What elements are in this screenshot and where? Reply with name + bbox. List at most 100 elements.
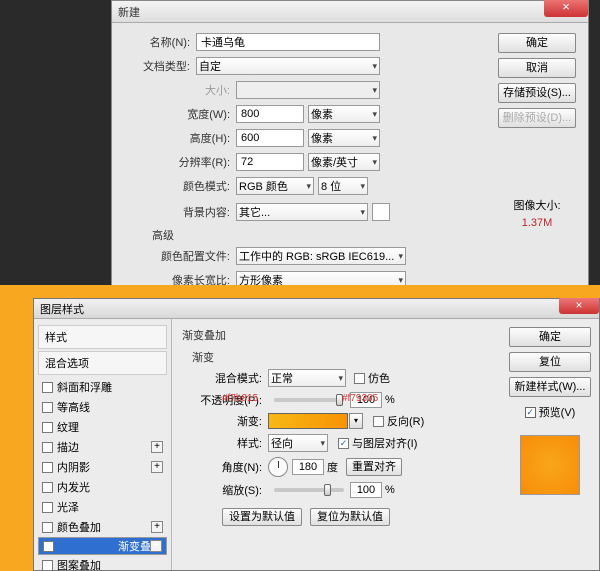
- bitdepth-select[interactable]: 8 位▾: [318, 177, 368, 195]
- style-item-3[interactable]: 描边 +: [38, 437, 167, 457]
- angle-dial[interactable]: [268, 457, 288, 477]
- add-effect-icon[interactable]: +: [151, 441, 163, 453]
- size-select: ▾: [236, 81, 380, 99]
- cancel-button[interactable]: 取消: [498, 58, 576, 78]
- scale-slider[interactable]: [274, 488, 344, 492]
- titlebar[interactable]: 图层样式 ×: [34, 299, 599, 319]
- style-checkbox[interactable]: [42, 560, 53, 571]
- res-input[interactable]: [236, 153, 304, 171]
- style-item-8[interactable]: ✓渐变叠加+: [38, 537, 167, 555]
- res-label: 分辨率(R):: [124, 154, 236, 170]
- style-item-label: 斜面和浮雕: [57, 379, 112, 395]
- chevron-down-icon: ▾: [372, 61, 377, 72]
- width-label: 宽度(W):: [124, 106, 236, 122]
- profile-select[interactable]: 工作中的 RGB: sRGB IEC619...▾: [236, 247, 406, 265]
- profile-label: 颜色配置文件:: [124, 248, 236, 264]
- pct-label: %: [385, 394, 395, 406]
- close-icon[interactable]: ×: [544, 0, 588, 17]
- color-annotation-2: #f79305: [342, 393, 378, 404]
- style-item-label: 等高线: [57, 399, 90, 415]
- gradient-style-select[interactable]: 径向▾: [268, 434, 328, 452]
- color-annotation-1: #f7b815: [222, 393, 258, 404]
- style-checkbox[interactable]: [42, 382, 53, 393]
- subsection: 渐变: [192, 349, 491, 365]
- dither-label: 仿色: [368, 370, 390, 386]
- ok-button[interactable]: 确定: [498, 33, 576, 53]
- gradient-dropdown-button[interactable]: ▾: [349, 413, 363, 429]
- deg-label: 度: [327, 459, 338, 475]
- opacity-slider[interactable]: [274, 398, 344, 402]
- style-checkbox[interactable]: [42, 502, 53, 513]
- style-label: 样式:: [198, 435, 268, 451]
- dither-checkbox[interactable]: [354, 373, 365, 384]
- blendmode-label: 混合模式:: [198, 370, 268, 386]
- style-item-4[interactable]: 内阴影+: [38, 457, 167, 477]
- style-item-5[interactable]: 内发光: [38, 477, 167, 497]
- width-unit-select[interactable]: 像素▾: [308, 105, 380, 123]
- style-item-label: 纹理: [57, 419, 79, 435]
- style-checkbox[interactable]: ✓: [43, 541, 54, 552]
- style-checkbox[interactable]: [42, 462, 53, 473]
- angle-value[interactable]: 180: [292, 459, 324, 475]
- gradient-overlay-panel: 渐变叠加 渐变 混合模式: 正常▾ 仿色 不透明度(P): 100 % #f7b…: [172, 319, 501, 570]
- reverse-checkbox[interactable]: [373, 416, 384, 427]
- style-item-label: 颜色叠加: [57, 519, 101, 535]
- make-default-button[interactable]: 设置为默认值: [222, 508, 302, 526]
- style-preview-swatch: [520, 435, 580, 495]
- reset-button[interactable]: 复位: [509, 352, 591, 372]
- style-checkbox[interactable]: [42, 422, 53, 433]
- doctype-label: 文档类型:: [124, 58, 196, 74]
- save-preset-button[interactable]: 存储预设(S)...: [498, 83, 576, 103]
- dialog-title: 图层样式: [40, 301, 84, 317]
- style-checkbox[interactable]: [42, 522, 53, 533]
- style-item-label: 光泽: [57, 499, 79, 515]
- add-effect-icon[interactable]: +: [151, 521, 163, 533]
- blend-options[interactable]: 混合选项: [38, 351, 167, 375]
- bgcontent-select[interactable]: 其它...▾: [236, 203, 368, 221]
- res-unit-select[interactable]: 像素/英寸▾: [308, 153, 380, 171]
- height-input[interactable]: [236, 129, 304, 147]
- style-item-label: 图案叠加: [57, 557, 101, 570]
- styles-header[interactable]: 样式: [38, 325, 167, 349]
- style-item-1[interactable]: 等高线: [38, 397, 167, 417]
- reset-align-button[interactable]: 重置对齐: [346, 458, 402, 476]
- close-icon[interactable]: ×: [559, 298, 599, 314]
- new-style-button[interactable]: 新建样式(W)...: [509, 377, 591, 397]
- style-item-label: 描边: [57, 439, 79, 455]
- name-label: 名称(N):: [124, 34, 196, 50]
- preview-label: 预览(V): [539, 404, 576, 420]
- style-item-7[interactable]: 颜色叠加 +: [38, 517, 167, 537]
- button-column: 确定 取消 存储预设(S)... 删除预设(D)...: [498, 33, 576, 128]
- style-item-0[interactable]: 斜面和浮雕: [38, 377, 167, 397]
- advanced-header[interactable]: 高级: [152, 227, 576, 243]
- dialog-title: 新建: [118, 4, 140, 20]
- styles-list: 样式 混合选项 斜面和浮雕等高线纹理描边+内阴影+内发光光泽颜色叠加+✓渐变叠加…: [34, 319, 172, 570]
- name-input[interactable]: [196, 33, 380, 51]
- colormode-select[interactable]: RGB 颜色▾: [236, 177, 314, 195]
- style-checkbox[interactable]: [42, 482, 53, 493]
- bgcolor-swatch[interactable]: [372, 203, 390, 221]
- height-label: 高度(H):: [124, 130, 236, 146]
- style-checkbox[interactable]: [42, 442, 53, 453]
- align-checkbox[interactable]: ✓: [338, 438, 349, 449]
- doctype-select[interactable]: 自定▾: [196, 57, 380, 75]
- bgcontent-label: 背景内容:: [124, 204, 236, 220]
- style-checkbox[interactable]: [42, 402, 53, 413]
- ok-button[interactable]: 确定: [509, 327, 591, 347]
- scale-value[interactable]: 100: [350, 482, 382, 498]
- height-unit-select[interactable]: 像素▾: [308, 129, 380, 147]
- reset-default-button[interactable]: 复位为默认值: [310, 508, 390, 526]
- preview-checkbox[interactable]: ✓: [525, 407, 536, 418]
- imgsize-value: 1.37M: [498, 217, 576, 229]
- add-effect-icon[interactable]: +: [150, 540, 162, 552]
- style-item-2[interactable]: 纹理: [38, 417, 167, 437]
- add-effect-icon[interactable]: +: [151, 461, 163, 473]
- style-item-9[interactable]: 图案叠加: [38, 555, 167, 570]
- width-input[interactable]: [236, 105, 304, 123]
- angle-label: 角度(N):: [198, 459, 268, 475]
- imgsize-label: 图像大小:: [498, 197, 576, 213]
- blendmode-select[interactable]: 正常▾: [268, 369, 346, 387]
- style-item-6[interactable]: 光泽: [38, 497, 167, 517]
- gradient-preview[interactable]: [268, 413, 348, 429]
- titlebar[interactable]: 新建 ×: [112, 1, 588, 23]
